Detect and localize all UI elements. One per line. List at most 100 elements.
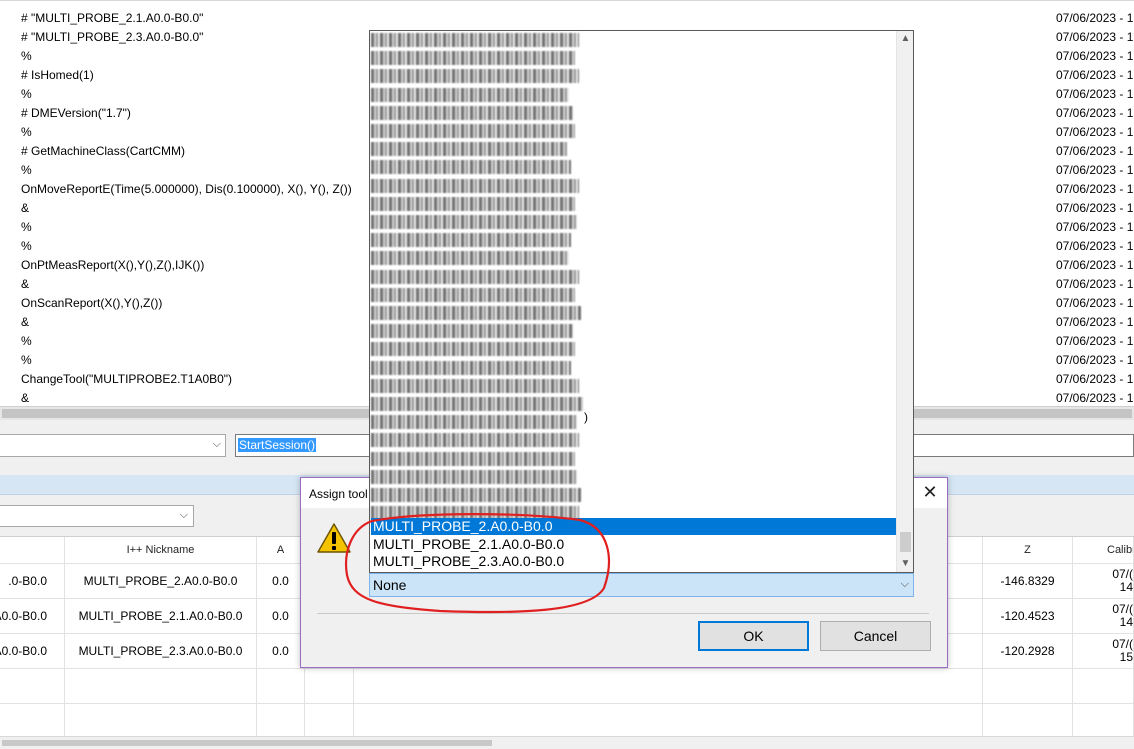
obscured-list-item[interactable] bbox=[371, 160, 571, 175]
table-cell[interactable] bbox=[257, 669, 305, 704]
obscured-list-item[interactable] bbox=[371, 378, 579, 393]
table-cell[interactable]: -146.8329 bbox=[983, 564, 1073, 599]
log-command: % bbox=[21, 49, 32, 63]
obscured-list-item[interactable] bbox=[371, 342, 575, 357]
obscured-list-item[interactable] bbox=[371, 178, 579, 193]
tool-select[interactable]: None ⌵ bbox=[369, 573, 914, 597]
table-cell[interactable]: MULTI_PROBE_2.3.A0.0-B0.0 bbox=[65, 634, 257, 669]
table-cell[interactable]: A0.0-B0.0 bbox=[0, 599, 65, 634]
table-cell[interactable]: -120.4523 bbox=[983, 599, 1073, 634]
table-cell[interactable] bbox=[65, 704, 257, 736]
table-cell[interactable] bbox=[0, 669, 65, 704]
table-cell[interactable] bbox=[354, 704, 983, 736]
obscured-list-item[interactable] bbox=[371, 397, 583, 411]
dropdown-vertical-scrollbar[interactable]: ▲ ▼ bbox=[896, 31, 913, 572]
close-icon[interactable]: ✕ bbox=[919, 481, 941, 503]
table-cell[interactable] bbox=[354, 669, 983, 704]
column-header-calibrated[interactable]: Calibr bbox=[1073, 537, 1134, 564]
column-header-nickname[interactable]: I++ Nickname bbox=[65, 537, 257, 564]
scroll-down-icon[interactable]: ▼ bbox=[897, 558, 913, 569]
scrollbar-thumb[interactable] bbox=[900, 532, 911, 552]
table-cell[interactable]: 07/(15 bbox=[1073, 634, 1134, 669]
obscured-list-item[interactable] bbox=[371, 142, 567, 157]
log-timestamp: 07/06/2023 - 1 bbox=[1056, 125, 1134, 139]
log-command: & bbox=[21, 315, 30, 329]
column-header-z[interactable]: Z bbox=[983, 537, 1073, 564]
obscured-list-item[interactable] bbox=[371, 124, 575, 138]
log-command: & bbox=[21, 201, 30, 215]
log-timestamp: 07/06/2023 - 1 bbox=[1056, 239, 1134, 253]
log-timestamp: 07/06/2023 - 1 bbox=[1056, 334, 1134, 348]
log-command: % bbox=[21, 239, 32, 253]
log-command: OnMoveReportE(Time(5.000000), Dis(0.1000… bbox=[21, 182, 352, 196]
column-header-a[interactable]: A bbox=[257, 537, 305, 564]
warning-icon bbox=[317, 523, 351, 553]
obscured-list-item[interactable] bbox=[371, 415, 577, 430]
command-input-value: StartSession() bbox=[238, 438, 317, 452]
table-cell[interactable] bbox=[65, 669, 257, 704]
cancel-button[interactable]: Cancel bbox=[820, 621, 931, 651]
obscured-list-item[interactable] bbox=[371, 33, 579, 47]
table-cell[interactable]: MULTI_PROBE_2.1.A0.0-B0.0 bbox=[65, 599, 257, 634]
log-timestamp: 07/06/2023 - 1 bbox=[1056, 296, 1134, 310]
tool-dropdown-list[interactable]: ) MULTI_PROBE_2.A0.0-B0.0 MULTI_PROBE_2.1… bbox=[369, 30, 914, 573]
tool-select-value: None bbox=[373, 577, 407, 593]
obscured-list-item[interactable] bbox=[371, 324, 573, 339]
chevron-down-icon[interactable]: ⌵ bbox=[901, 578, 909, 591]
table-cell[interactable] bbox=[983, 669, 1073, 704]
filter-combo[interactable]: ⌵ bbox=[0, 505, 194, 527]
command-combo[interactable]: ⌵ bbox=[0, 434, 226, 457]
dropdown-option[interactable]: MULTI_PROBE_2.3.A0.0-B0.0 bbox=[371, 553, 896, 570]
obscured-list-item[interactable] bbox=[371, 306, 581, 320]
table-cell[interactable] bbox=[983, 704, 1073, 736]
obscured-list-item[interactable] bbox=[371, 87, 569, 102]
table-cell[interactable]: 0.0 bbox=[257, 634, 305, 669]
obscured-list-item[interactable] bbox=[371, 488, 581, 502]
table-cell[interactable]: -120.2928 bbox=[983, 634, 1073, 669]
dropdown-option[interactable]: MULTI_PROBE_2.1.A0.0-B0.0 bbox=[371, 536, 896, 553]
log-timestamp: 07/06/2023 - 1 bbox=[1056, 315, 1134, 329]
obscured-list-item[interactable] bbox=[371, 233, 571, 248]
table-cell[interactable]: 07/(14 bbox=[1073, 599, 1134, 634]
column-header-tool[interactable] bbox=[0, 537, 65, 564]
table-cell[interactable]: 07/(14 bbox=[1073, 564, 1134, 599]
scroll-up-icon[interactable]: ▲ bbox=[897, 33, 913, 44]
calibrated-time: 14 bbox=[1119, 580, 1133, 594]
table-cell[interactable] bbox=[305, 704, 354, 736]
obscured-list-item[interactable] bbox=[371, 269, 579, 284]
dropdown-option[interactable]: MULTI_PROBE_2.A0.0-B0.0 bbox=[371, 518, 896, 535]
obscured-list-item[interactable] bbox=[371, 215, 577, 229]
obscured-list-item[interactable] bbox=[371, 51, 575, 66]
table-cell[interactable] bbox=[305, 669, 354, 704]
obscured-list-item[interactable] bbox=[371, 360, 571, 375]
obscured-list-item[interactable] bbox=[371, 105, 573, 120]
obscured-list-item[interactable] bbox=[371, 251, 569, 266]
log-command: % bbox=[21, 125, 32, 139]
ok-button[interactable]: OK bbox=[698, 621, 809, 651]
scrollbar-thumb[interactable] bbox=[2, 740, 492, 746]
table-cell[interactable] bbox=[0, 704, 65, 736]
obscured-list-item[interactable] bbox=[371, 287, 575, 302]
chevron-down-icon[interactable]: ⌵ bbox=[213, 438, 221, 451]
log-timestamp: 07/06/2023 - 1 bbox=[1056, 11, 1134, 25]
log-command: % bbox=[21, 334, 32, 348]
table-cell[interactable] bbox=[257, 704, 305, 736]
table-cell[interactable]: .0-B0.0 bbox=[0, 564, 65, 599]
table-cell[interactable] bbox=[1073, 704, 1134, 736]
table-cell[interactable]: A0.0-B0.0 bbox=[0, 634, 65, 669]
obscured-list-item[interactable] bbox=[371, 469, 577, 484]
log-row[interactable]: # "MULTI_PROBE_2.1.A0.0-B0.0" 07/06/2023 … bbox=[0, 8, 1134, 27]
obscured-list-item[interactable] bbox=[371, 451, 575, 466]
log-timestamp: 07/06/2023 - 1 bbox=[1056, 144, 1134, 158]
table-cell[interactable]: 0.0 bbox=[257, 599, 305, 634]
obscured-list-item[interactable] bbox=[371, 69, 579, 84]
log-command: # IsHomed(1) bbox=[21, 68, 94, 82]
table-cell[interactable] bbox=[1073, 669, 1134, 704]
table-cell[interactable]: 0.0 bbox=[257, 564, 305, 599]
table-horizontal-scrollbar[interactable] bbox=[0, 736, 1134, 749]
chevron-down-icon[interactable]: ⌵ bbox=[180, 509, 188, 522]
obscured-list-item[interactable] bbox=[371, 196, 575, 211]
table-cell[interactable]: MULTI_PROBE_2.A0.0-B0.0 bbox=[65, 564, 257, 599]
obscured-list-item[interactable] bbox=[371, 433, 579, 448]
log-command: % bbox=[21, 163, 32, 177]
